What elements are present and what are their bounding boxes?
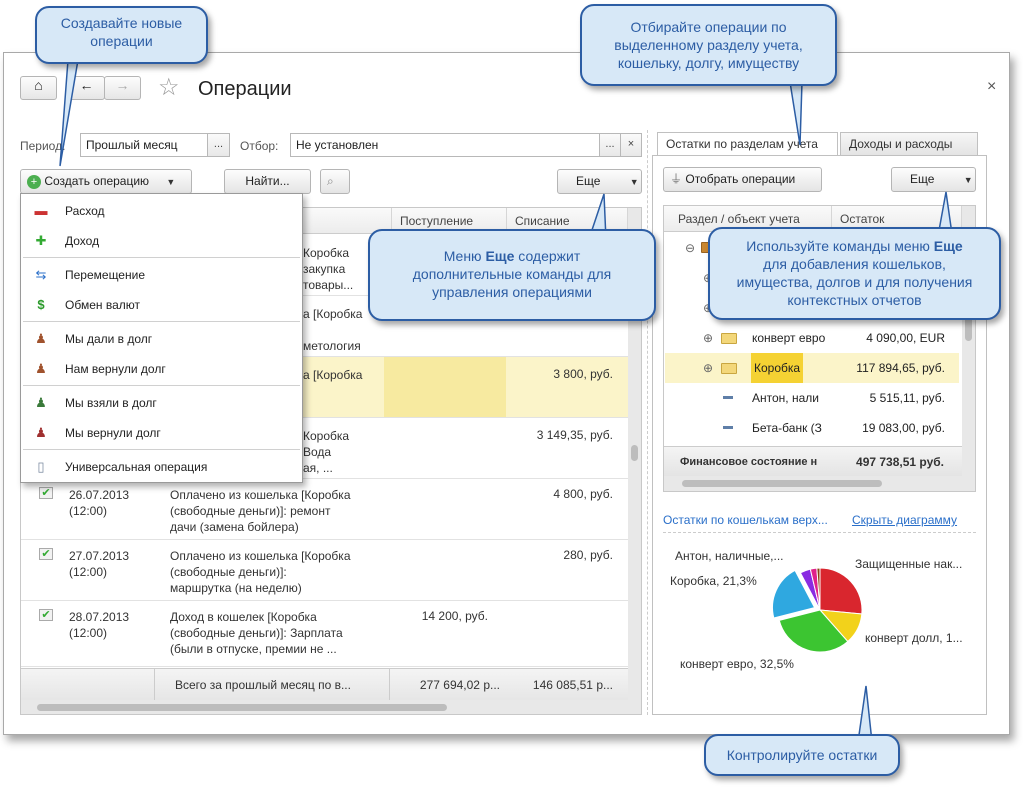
callout-right-more: Используйте команды меню Еще для добавле… bbox=[708, 227, 1001, 320]
callout-pointer-filter bbox=[789, 81, 803, 146]
callout-balances-text: Контролируйте остатки bbox=[726, 747, 878, 763]
callout-more: Меню Еще содержит дополнительные команды… bbox=[368, 229, 656, 321]
callout-create: Создавайте новые операции bbox=[35, 6, 208, 64]
callout-balances: Контролируйте остатки bbox=[704, 734, 900, 776]
callout-right-more-text: Используйте команды меню Еще для добавле… bbox=[736, 238, 973, 308]
callout-create-text: Создавайте новые операции bbox=[60, 15, 183, 49]
callout-more-text: Меню Еще содержит дополнительные команды… bbox=[412, 248, 612, 300]
callout-pointer-create bbox=[59, 59, 79, 167]
callout-pointers bbox=[59, 59, 953, 743]
callout-filter: Отбирайте операции по выделенному раздел… bbox=[580, 4, 837, 86]
callout-filter-text: Отбирайте операции по выделенному раздел… bbox=[614, 19, 803, 71]
